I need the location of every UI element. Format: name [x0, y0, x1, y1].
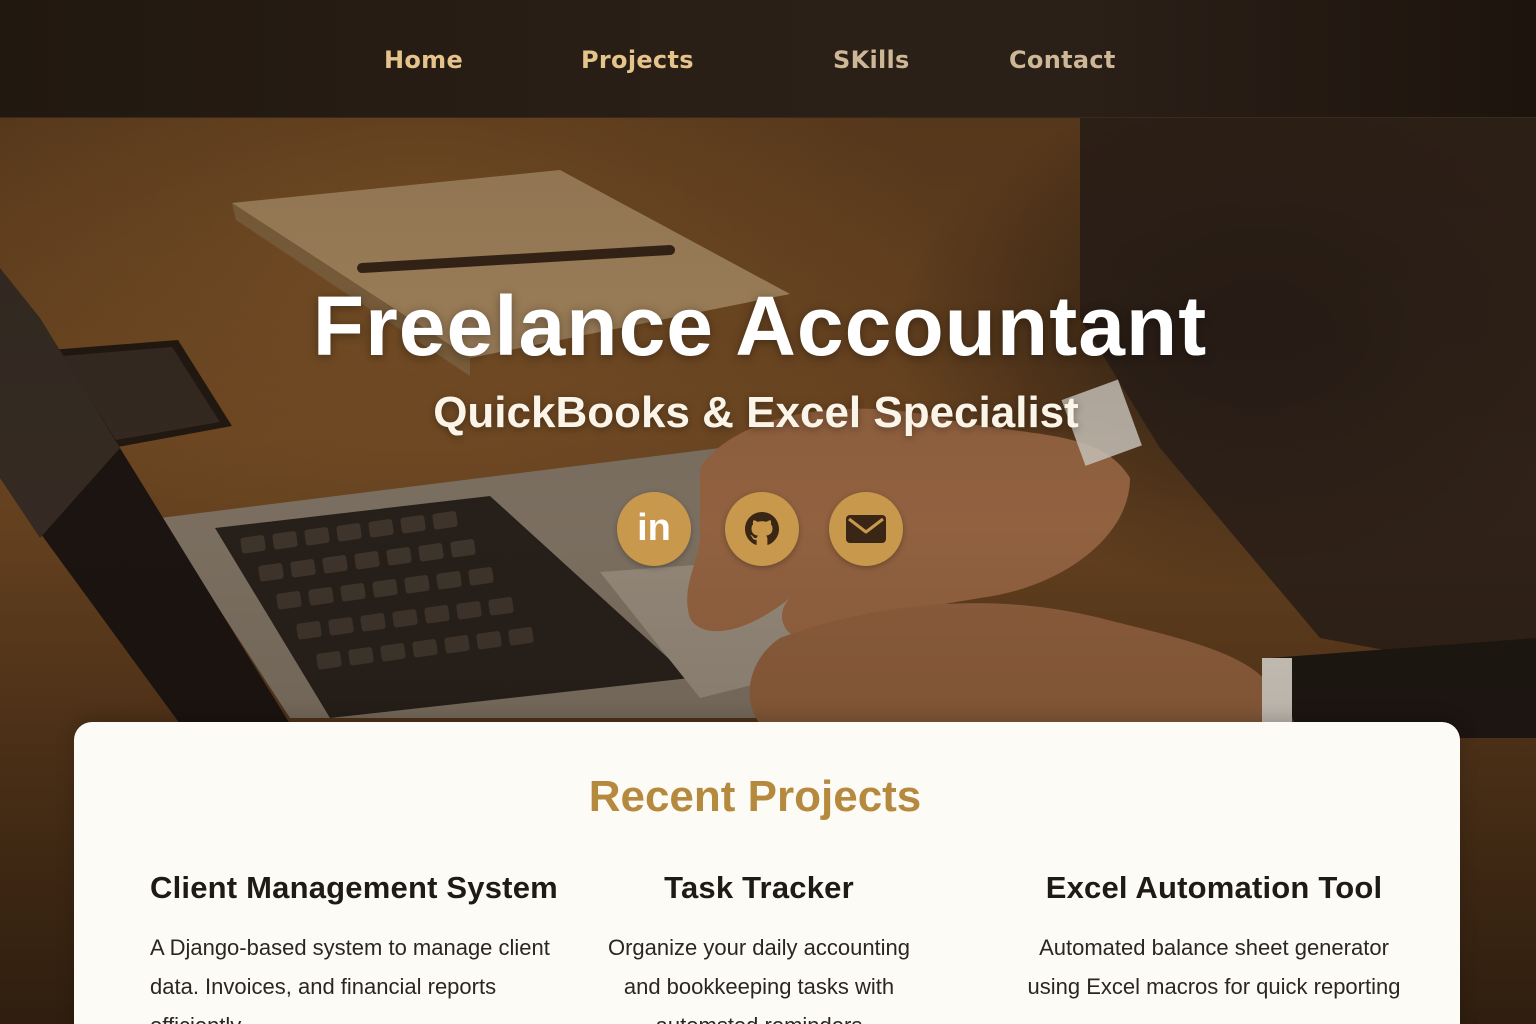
project-description: Organize your daily accounting and bookk…	[607, 935, 911, 1024]
project-card-task-tracker[interactable]: Task Tracker Organize your daily account…	[594, 870, 924, 1024]
section-heading: Recent Projects	[588, 772, 922, 821]
nav-link-contact[interactable]: Contact	[1009, 42, 1116, 78]
nav-link-skills[interactable]: SKills	[833, 42, 910, 78]
nav-link-projects[interactable]: Projects	[581, 42, 694, 78]
linkedin-button[interactable]: in	[617, 492, 691, 566]
recent-projects-card: Recent Projects Client Management System…	[74, 722, 1460, 1024]
project-description: A Django-based system to manage client d…	[150, 935, 550, 1024]
mail-icon	[846, 515, 886, 543]
project-description: Automated balance sheet generator using …	[1027, 935, 1401, 999]
project-card-excel-automation[interactable]: Excel Automation Tool Automated balance …	[1014, 870, 1414, 1006]
github-button[interactable]	[725, 492, 799, 566]
nav-link-home[interactable]: Home	[384, 42, 463, 78]
top-navigation: Home Projects SKills Contact	[0, 0, 1536, 118]
project-card-client-management[interactable]: Client Management System A Django-based …	[150, 870, 570, 1024]
project-title: Client Management System	[150, 870, 558, 905]
hero-subtitle: QuickBooks & Excel Specialist	[433, 388, 1079, 437]
github-icon	[745, 512, 779, 546]
email-button[interactable]	[829, 492, 903, 566]
project-title: Task Tracker	[664, 870, 854, 905]
project-title: Excel Automation Tool	[1045, 870, 1383, 905]
linkedin-icon: in	[637, 507, 671, 549]
hero-title: Freelance Accountant	[312, 279, 1208, 373]
